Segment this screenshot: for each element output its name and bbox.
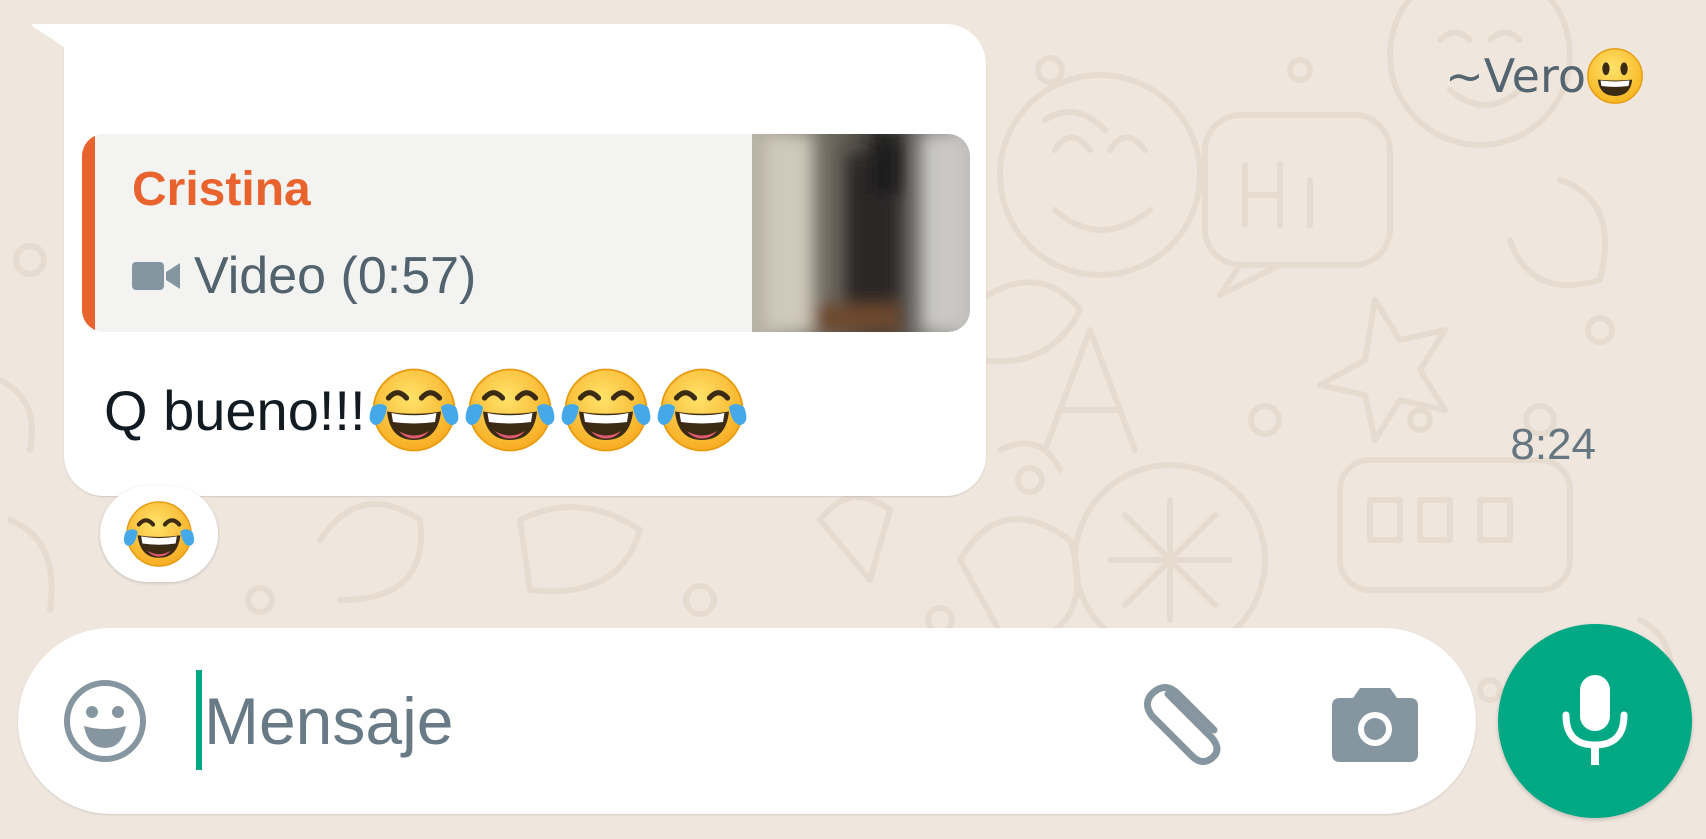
text-caret [196,670,202,770]
face-with-tears-of-joy-emoji [121,496,197,572]
message-input[interactable] [204,668,1024,774]
sender-name[interactable]: ~Vero [1445,48,1644,104]
voice-message-button[interactable] [1498,624,1692,818]
smiley-icon [64,680,146,762]
quoted-message[interactable]: Cristina Video (0:57) [82,134,970,332]
microphone-icon [1562,675,1628,765]
grinning-face-emoji [1586,47,1644,105]
message-reaction[interactable] [100,486,218,582]
quoted-author: Cristina [132,163,311,216]
message-timestamp: 8:24 [1510,420,1596,469]
quoted-media-text: Video (0:57) [194,247,477,305]
quoted-media-label: Video (0:57) [132,246,476,306]
video-thumbnail[interactable] [752,134,970,332]
face-with-tears-of-joy-emoji [462,362,558,458]
face-with-tears-of-joy-emoji [654,362,750,458]
quote-accent-bar [82,134,95,332]
message-composer [18,628,1476,814]
attach-button[interactable] [1138,672,1234,768]
paperclip-icon [1144,684,1221,765]
message-text[interactable]: Q bueno!!! [104,360,750,460]
emoji-picker-button[interactable] [60,676,150,766]
camera-icon [1332,688,1418,762]
camera-button[interactable] [1330,684,1420,764]
face-with-tears-of-joy-emoji [558,362,654,458]
bubble-tail [32,24,92,74]
message-body: Q bueno!!! [104,378,366,442]
sender-name-text: ~Vero [1445,49,1586,103]
video-camera-icon [132,259,194,293]
face-with-tears-of-joy-emoji [366,362,462,458]
